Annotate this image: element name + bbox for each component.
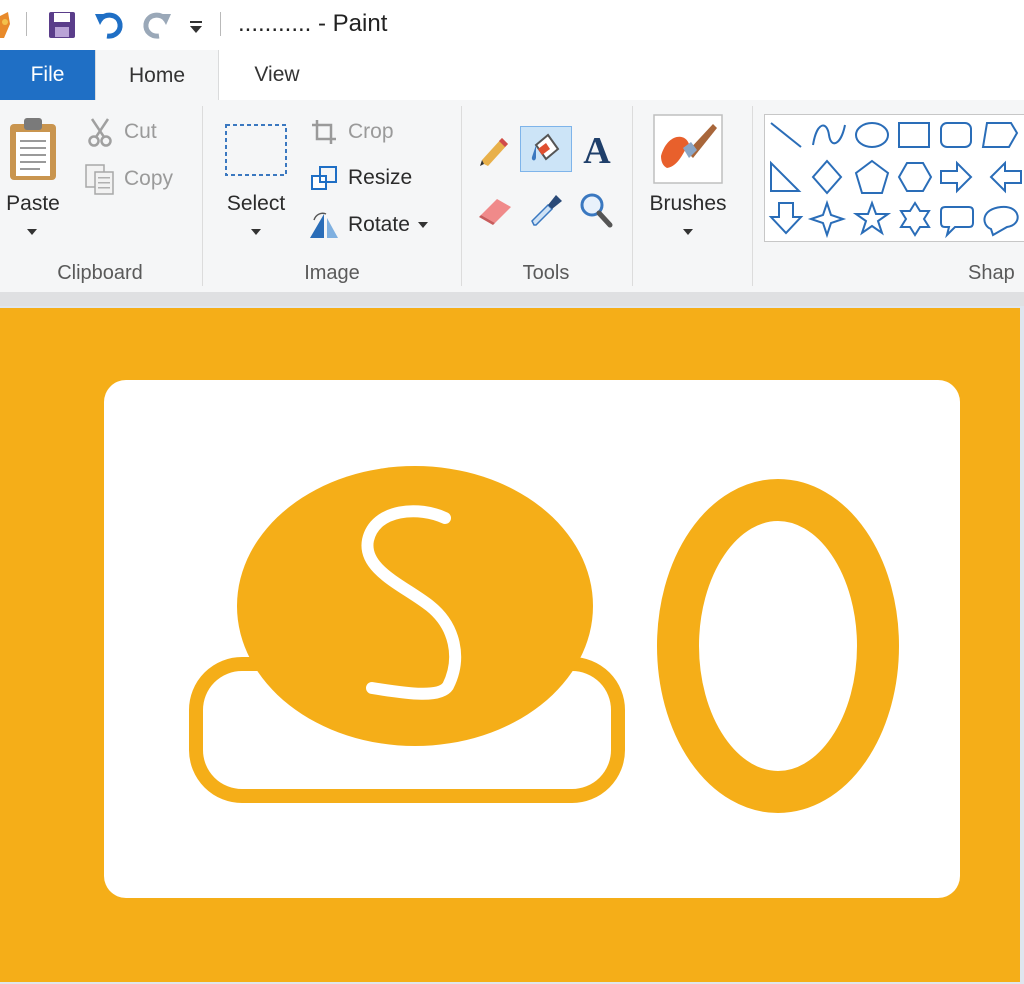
clipboard-group-label: Clipboard [57, 262, 143, 284]
rectangle-shape-icon[interactable] [898, 122, 930, 148]
customize-toolbar-icon[interactable] [184, 8, 208, 42]
down-arrow-shape-icon[interactable] [768, 202, 804, 235]
clipboard-icon [10, 118, 56, 180]
rotate-icon [310, 212, 338, 238]
eraser-tool[interactable] [476, 190, 516, 230]
fill-icon [531, 133, 560, 161]
four-point-star-shape-icon[interactable] [807, 199, 847, 239]
five-point-star-shape-icon[interactable] [852, 200, 892, 236]
paste-button[interactable] [2, 114, 64, 184]
text-icon: A [583, 131, 611, 167]
save-icon[interactable] [44, 8, 80, 42]
shapes-gallery [764, 114, 1024, 242]
right-arrow-shape-icon[interactable] [940, 160, 973, 194]
line-shape-icon[interactable] [770, 122, 802, 148]
paint-app-icon[interactable] [0, 8, 14, 42]
brushes-icon [653, 114, 723, 184]
ribbon-home: Paste Cut Copy Clipboard Select Crop Res… [0, 100, 1024, 292]
rotate-button[interactable]: Rotate [308, 208, 428, 242]
brushes-button[interactable] [652, 114, 724, 184]
text-tool[interactable]: A [578, 128, 616, 170]
resize-label: Resize [348, 166, 413, 189]
shapes-grid [768, 122, 1022, 239]
select-dropdown-icon[interactable] [251, 229, 261, 235]
group-separator [461, 106, 462, 286]
copy-button[interactable]: Copy [84, 162, 173, 196]
group-separator [632, 106, 633, 286]
select-button[interactable] [220, 120, 292, 180]
copy-icon [85, 164, 114, 195]
curve-shape-icon[interactable] [812, 124, 846, 146]
diamond-shape-icon[interactable] [811, 159, 843, 195]
six-point-star-shape-icon[interactable] [899, 201, 931, 237]
scissors-icon [88, 118, 112, 147]
toolbar-separator [220, 12, 221, 36]
cut-button[interactable]: Cut [86, 116, 157, 148]
rotate-label: Rotate [348, 213, 410, 236]
cut-label: Cut [124, 120, 157, 143]
tools-group-label: Tools [522, 262, 570, 284]
oval-shape-icon[interactable] [855, 122, 889, 148]
window-title: ........... - Paint [238, 10, 388, 37]
fill-tool[interactable] [520, 126, 572, 172]
canvas-area[interactable] [0, 306, 1024, 984]
image-group-label: Image [304, 262, 360, 284]
crop-label: Crop [348, 120, 394, 143]
paste-label: Paste [6, 192, 60, 215]
oval-callout-shape-icon[interactable] [983, 205, 1019, 237]
drawing-canvas[interactable] [0, 308, 1020, 982]
rounded-rectangle-shape-icon[interactable] [940, 122, 972, 148]
title-bar: ........... - Paint [0, 0, 1024, 50]
crop-icon [312, 120, 336, 144]
eraser-icon [479, 199, 511, 225]
ribbon-bottom-border [0, 292, 1024, 306]
triangle-shape-icon[interactable] [770, 160, 802, 192]
group-separator [202, 106, 203, 286]
left-arrow-shape-icon[interactable] [989, 160, 1022, 194]
select-label: Select [226, 192, 286, 215]
magnifier-icon [580, 193, 613, 228]
copy-label: Copy [124, 167, 174, 190]
pencil-icon [480, 138, 508, 166]
ribbon-tabs: File Home View [0, 50, 1024, 101]
crop-button[interactable]: Crop [310, 116, 394, 148]
rounded-callout-shape-icon[interactable] [940, 206, 974, 239]
polygon-shape-icon[interactable] [981, 122, 1019, 148]
magnifier-tool[interactable] [576, 188, 616, 232]
tab-file[interactable]: File [0, 50, 95, 100]
svg-text:A: A [583, 131, 611, 167]
rotate-dropdown-icon[interactable] [417, 222, 428, 228]
brushes-dropdown-icon[interactable] [683, 229, 693, 235]
pentagon-shape-icon[interactable] [854, 159, 890, 194]
paste-dropdown-icon[interactable] [27, 229, 37, 235]
resize-icon [311, 166, 337, 190]
brushes-label: Brushes [649, 192, 727, 215]
color-picker-icon [531, 195, 562, 226]
tab-view[interactable]: View [218, 50, 336, 100]
shapes-group-label: Shap [968, 262, 1015, 284]
resize-button[interactable]: Resize [310, 162, 412, 194]
hexagon-shape-icon[interactable] [897, 162, 933, 192]
tab-home[interactable]: Home [95, 50, 219, 101]
select-rectangle-icon [225, 124, 287, 176]
undo-icon[interactable] [92, 8, 128, 42]
redo-icon[interactable] [138, 8, 174, 42]
toolbar-separator [26, 12, 27, 36]
pencil-tool[interactable] [476, 132, 514, 170]
group-separator [752, 106, 753, 286]
color-picker-tool[interactable] [526, 188, 566, 232]
